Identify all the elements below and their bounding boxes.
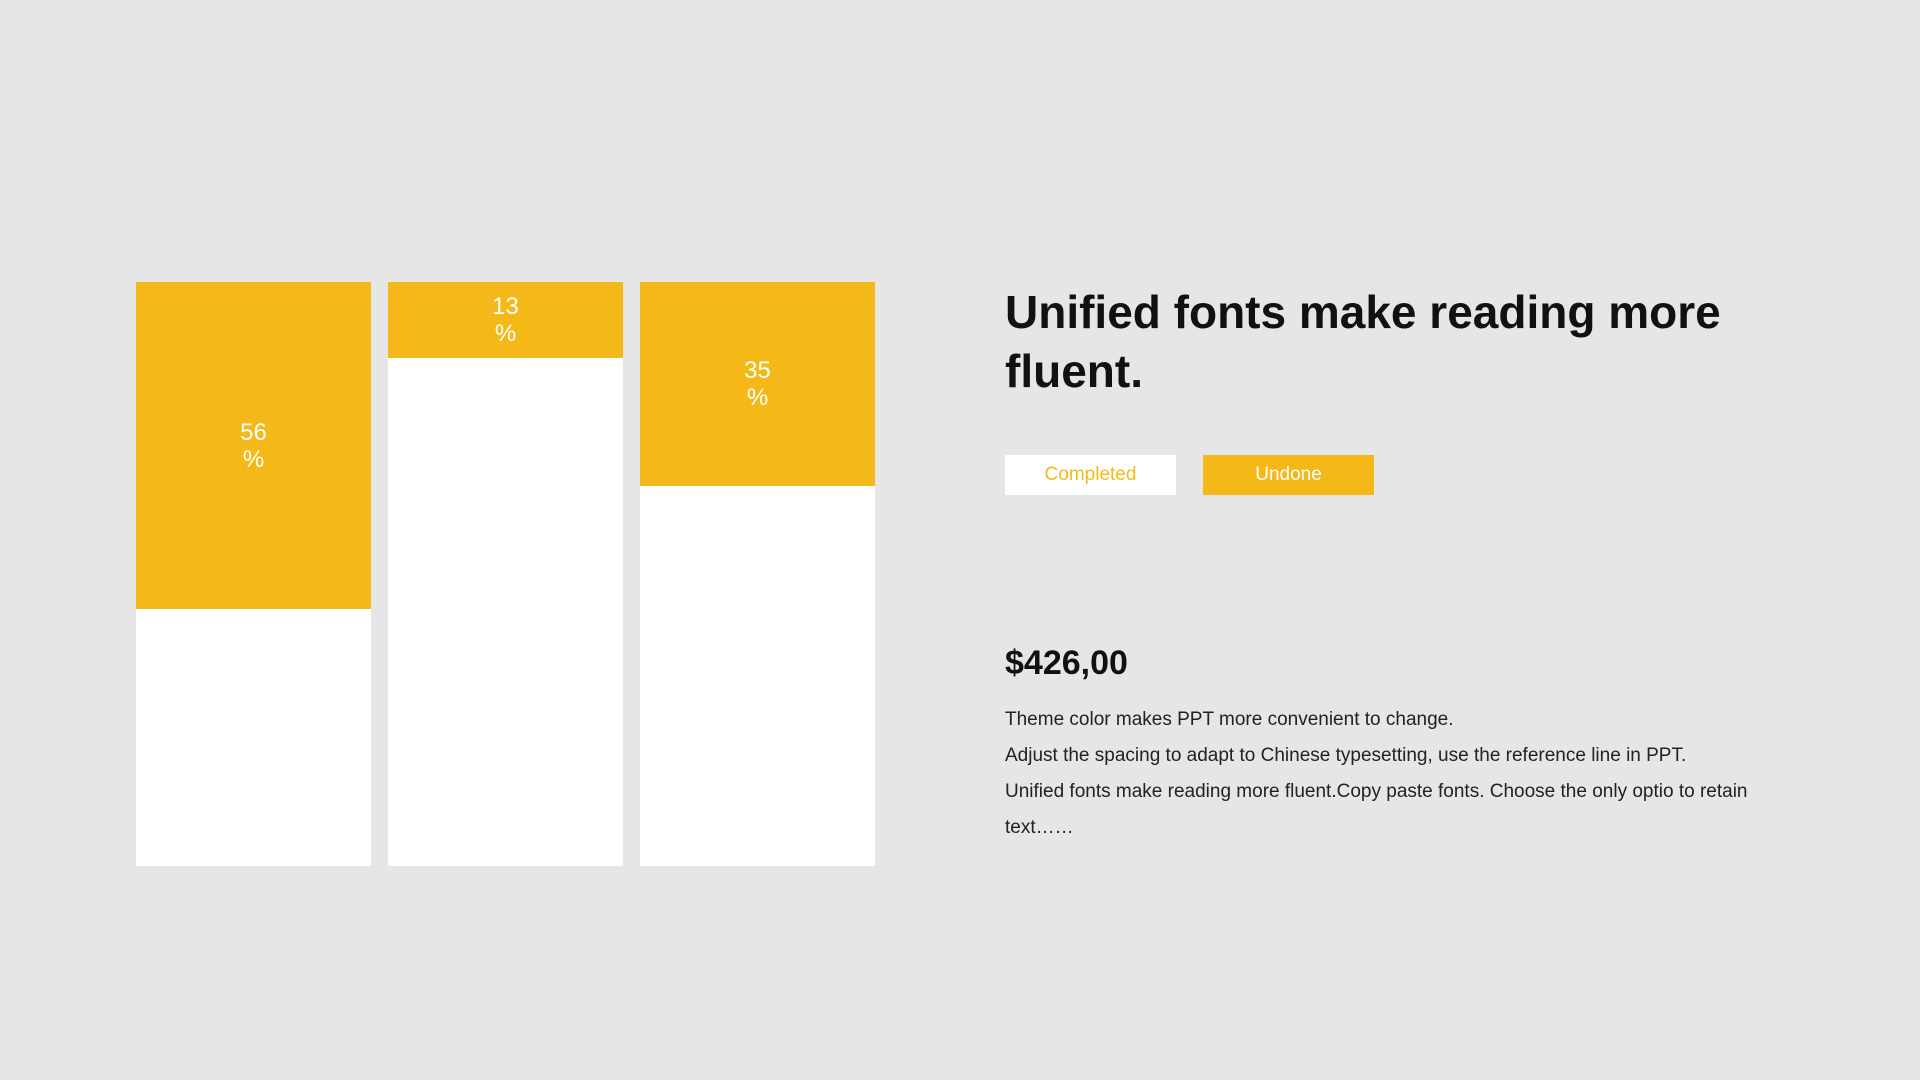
bar-value-unit: % (494, 319, 517, 347)
bar-value-label: 13% (388, 293, 623, 347)
bar-value-number: 56 (240, 418, 267, 446)
bar-chart: 56% 13% 35% (136, 282, 876, 866)
price-value: $426,00 (1005, 644, 1128, 682)
description-line: Unified fonts make reading more fluent.C… (1005, 781, 1748, 838)
bar-column: 35% (640, 282, 875, 866)
undone-legend-button[interactable]: Undone (1203, 455, 1374, 495)
bar-value-label: 35% (640, 357, 875, 411)
bar-column: 56% (136, 282, 371, 866)
bar-value-label: 56% (136, 419, 371, 473)
completed-legend-button[interactable]: Completed (1005, 455, 1176, 495)
bar-value-unit: % (242, 445, 265, 473)
description-line: Adjust the spacing to adapt to Chinese t… (1005, 745, 1687, 766)
bar-value-number: 35 (744, 357, 771, 385)
description-line: Theme color makes PPT more convenient to… (1005, 709, 1454, 730)
bar-value-number: 13 (492, 292, 519, 320)
description-text: Theme color makes PPT more convenient to… (1005, 702, 1785, 846)
bar-column: 13% (388, 282, 623, 866)
headline: Unified fonts make reading more fluent. (1005, 286, 1721, 397)
bar-value-unit: % (746, 384, 769, 412)
